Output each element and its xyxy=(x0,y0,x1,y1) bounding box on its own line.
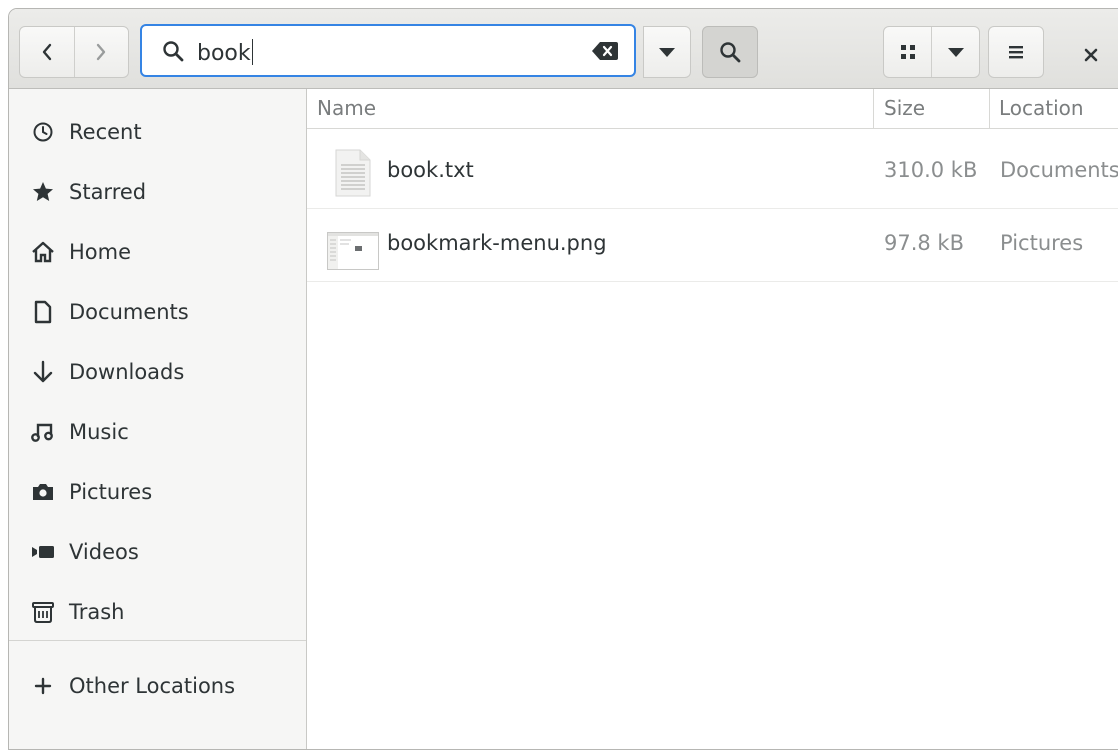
grid-view-button[interactable] xyxy=(884,27,931,77)
file-name: bookmark-menu.png xyxy=(387,231,607,255)
file-list: Name Size Location book.txt 310.0 kB Doc… xyxy=(307,89,1118,749)
text-file-icon xyxy=(335,149,371,197)
table-row[interactable]: book.txt 310.0 kB Documents xyxy=(307,136,1118,209)
sidebar-item-documents[interactable]: Documents xyxy=(9,282,306,342)
sidebar-item-videos[interactable]: Videos xyxy=(9,522,306,582)
column-header-row: Name Size Location xyxy=(307,89,1118,129)
sidebar-divider xyxy=(9,640,306,641)
sidebar-item-home[interactable]: Home xyxy=(9,222,306,282)
chevron-down-icon xyxy=(659,48,675,57)
camera-icon xyxy=(31,480,55,504)
column-divider xyxy=(873,89,874,128)
clear-text-icon[interactable] xyxy=(592,41,618,61)
image-thumbnail-icon xyxy=(327,232,379,270)
sidebar-item-downloads[interactable]: Downloads xyxy=(9,342,306,402)
search-input[interactable]: book xyxy=(140,24,636,77)
sidebar-item-recent[interactable]: Recent xyxy=(9,102,306,162)
close-button[interactable] xyxy=(1079,43,1103,67)
chevron-down-icon xyxy=(947,48,964,57)
places-sidebar: Recent Starred Home Documents Downloads xyxy=(9,89,307,749)
hamburger-menu-icon xyxy=(1009,46,1023,59)
music-note-icon xyxy=(31,420,55,444)
clock-icon xyxy=(31,120,55,144)
file-size: 97.8 kB xyxy=(884,231,965,255)
chevron-left-icon xyxy=(42,43,51,61)
table-row[interactable]: bookmark-menu.png 97.8 kB Pictures xyxy=(307,209,1118,282)
sidebar-item-trash[interactable]: Trash xyxy=(9,582,306,642)
sidebar-item-pictures[interactable]: Pictures xyxy=(9,462,306,522)
file-location: Pictures xyxy=(1000,231,1084,255)
back-button[interactable] xyxy=(20,27,74,77)
trash-icon xyxy=(31,600,55,624)
close-icon xyxy=(1084,48,1098,62)
navigation-button-group xyxy=(19,26,129,78)
home-icon xyxy=(31,240,55,264)
sidebar-item-label: Recent xyxy=(69,120,142,144)
sidebar-item-label: Other Locations xyxy=(69,674,236,698)
file-size: 310.0 kB xyxy=(884,158,978,182)
file-chooser-window: book Recent Starred Home Documents Downl… xyxy=(8,8,1118,750)
sidebar-item-label: Music xyxy=(69,420,129,444)
grid-icon xyxy=(900,45,915,59)
sidebar-item-label: Starred xyxy=(69,180,147,204)
file-name: book.txt xyxy=(387,158,474,182)
search-options-dropdown-button[interactable] xyxy=(643,26,691,78)
document-icon xyxy=(31,300,55,324)
header-bar: book xyxy=(9,9,1118,89)
column-header-name[interactable]: Name xyxy=(317,96,376,120)
view-options-dropdown-button[interactable] xyxy=(931,27,979,77)
file-location: Documents xyxy=(1000,158,1118,182)
text-cursor xyxy=(251,39,253,65)
sidebar-item-label: Pictures xyxy=(69,480,153,504)
video-camera-icon xyxy=(31,540,55,564)
sidebar-item-label: Downloads xyxy=(69,360,185,384)
forward-button[interactable] xyxy=(73,27,129,77)
sidebar-item-other-locations[interactable]: Other Locations xyxy=(9,656,306,716)
plus-icon xyxy=(31,674,55,698)
sidebar-item-starred[interactable]: Starred xyxy=(9,162,306,222)
search-icon xyxy=(163,41,184,62)
view-mode-button-group xyxy=(883,26,980,78)
sidebar-item-label: Home xyxy=(69,240,132,264)
main-menu-button[interactable] xyxy=(988,26,1044,78)
search-icon xyxy=(720,42,741,63)
column-divider xyxy=(989,89,990,128)
star-icon xyxy=(31,180,55,204)
download-arrow-icon xyxy=(31,360,55,384)
search-toggle-button[interactable] xyxy=(702,26,758,78)
search-query-text: book xyxy=(197,39,253,66)
sidebar-item-label: Documents xyxy=(69,300,189,324)
sidebar-item-label: Videos xyxy=(69,540,139,564)
column-header-size[interactable]: Size xyxy=(884,96,925,120)
sidebar-item-label: Trash xyxy=(69,600,125,624)
sidebar-item-music[interactable]: Music xyxy=(9,402,306,462)
column-header-location[interactable]: Location xyxy=(999,96,1084,120)
chevron-right-icon xyxy=(97,43,106,61)
